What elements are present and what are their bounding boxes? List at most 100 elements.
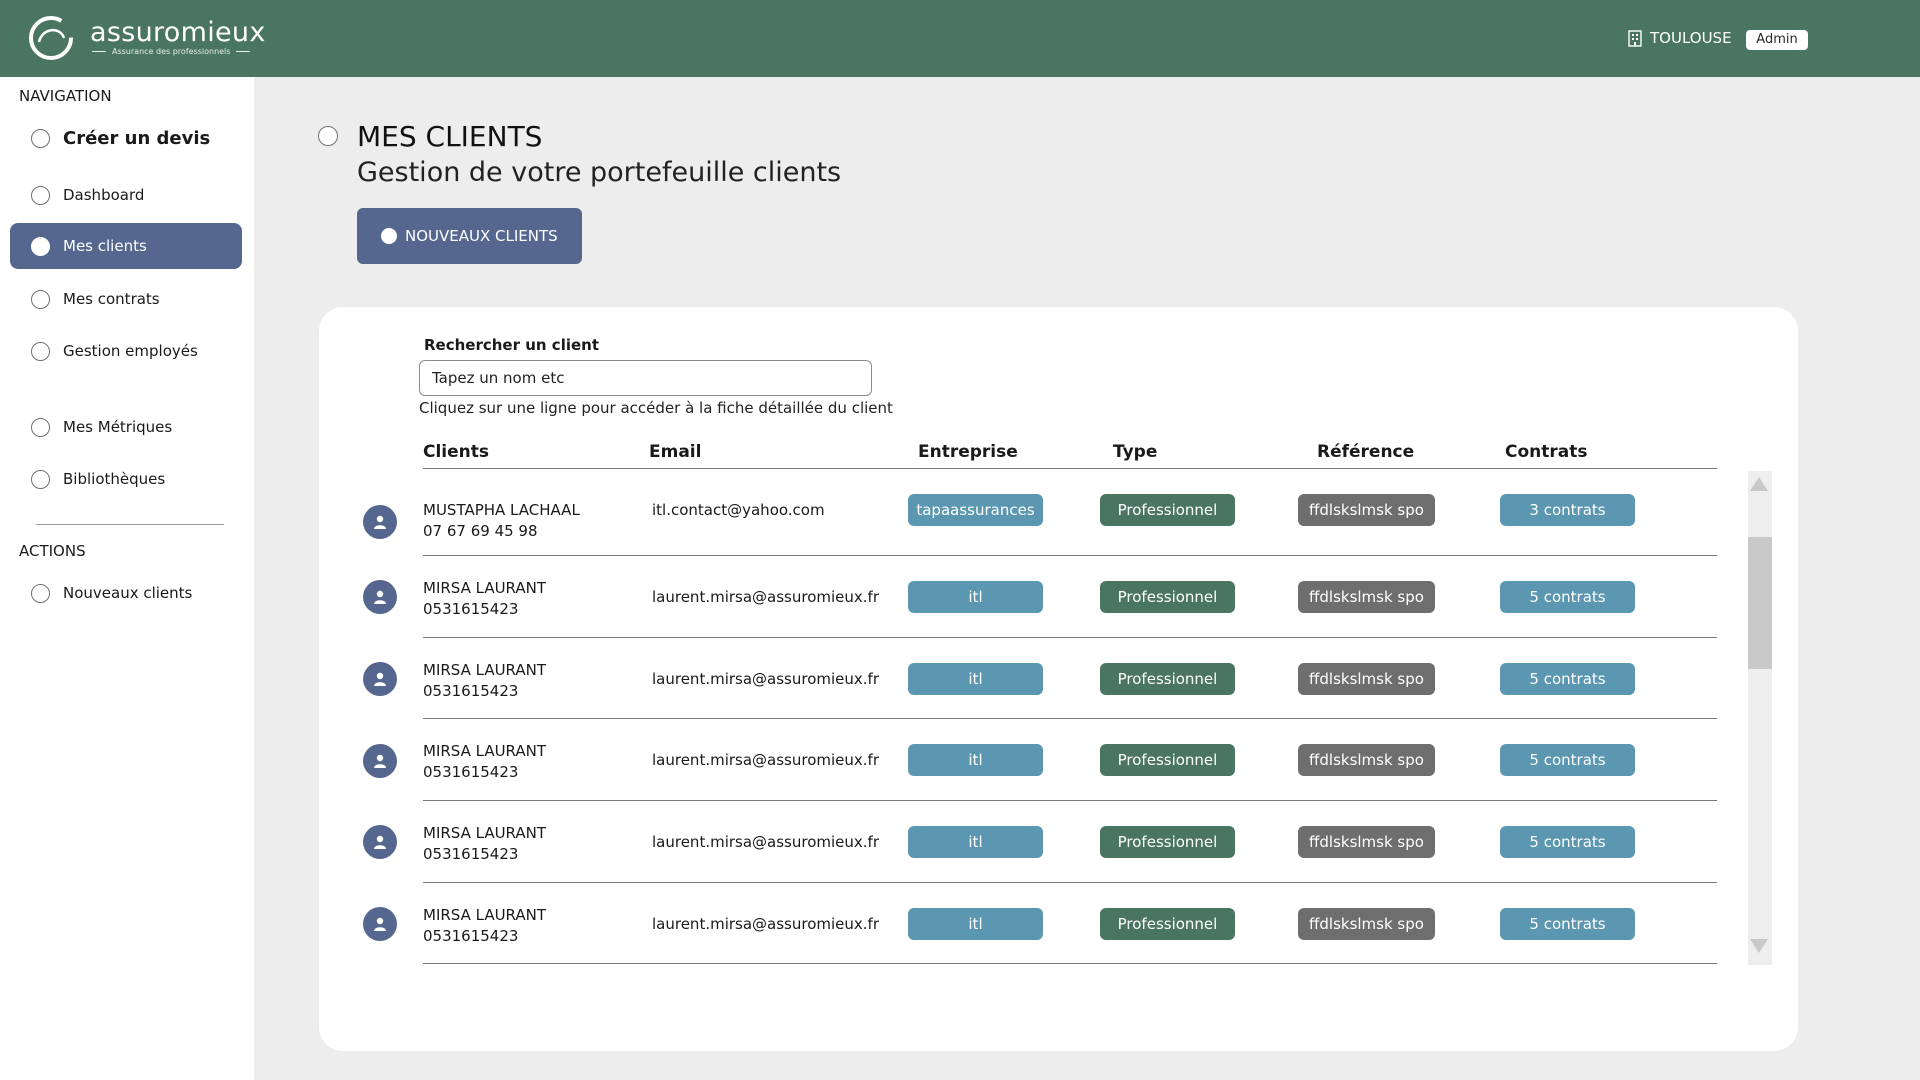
radio-dot-icon (381, 228, 397, 244)
sidebar-item-mes-metriques[interactable]: Mes Métriques (10, 404, 242, 450)
sidebar: NAVIGATION Créer un devis Dashboard Mes … (0, 77, 254, 1080)
type-badge: Professionnel (1100, 581, 1235, 613)
client-name: MIRSA LAURANT (423, 661, 547, 679)
contracts-badge[interactable]: 3 contrats (1500, 494, 1635, 526)
radio-circle-icon (31, 128, 50, 148)
client-phone: 0531615423 (423, 600, 519, 618)
sidebar-item-gestion-employes[interactable]: Gestion employés (10, 328, 242, 374)
radio-circle-icon (31, 583, 50, 603)
person-icon (374, 835, 386, 849)
column-header-contrats[interactable]: Contrats (1505, 442, 1588, 462)
row-divider (423, 963, 1717, 964)
logo-icon[interactable] (26, 14, 76, 62)
row-divider (423, 800, 1717, 801)
tagline-rule-left (92, 51, 106, 52)
actions-section-title: ACTIONS (19, 542, 86, 560)
sidebar-item-mes-clients[interactable]: Mes clients (10, 223, 242, 269)
table-row[interactable]: MIRSA LAURANT 0531615423 laurent.mirsa@a… (350, 639, 1717, 719)
person-icon (374, 590, 386, 604)
sidebar-item-label: Mes clients (63, 237, 147, 255)
page-title: MES CLIENTS (357, 120, 543, 153)
user-avatar-icon (363, 825, 397, 859)
reference-badge: ffdlskslmsk spo (1298, 826, 1435, 858)
table-row[interactable]: MUSTAPHA LACHAAL 07 67 69 45 98 itl.cont… (350, 471, 1717, 551)
person-icon (374, 515, 386, 529)
sidebar-item-label: Nouveaux clients (63, 584, 193, 602)
user-avatar-icon (363, 744, 397, 778)
client-email: laurent.mirsa@assuromieux.fr (652, 588, 879, 606)
city-selector[interactable]: TOULOUSE (1628, 29, 1732, 47)
column-header-type[interactable]: Type (1113, 442, 1157, 462)
page-subtitle: Gestion de votre portefeuille clients (357, 157, 842, 188)
role-badge[interactable]: Admin (1746, 30, 1808, 50)
tagline-text: Assurance des professionnels (112, 47, 231, 56)
radio-circle-icon (31, 236, 50, 256)
contracts-badge[interactable]: 5 contrats (1500, 744, 1635, 776)
scrollbar-thumb[interactable] (1748, 537, 1772, 669)
client-phone: 07 67 69 45 98 (423, 522, 538, 540)
arrow-up-icon[interactable] (1750, 477, 1768, 491)
type-badge: Professionnel (1100, 744, 1235, 776)
title-radio-icon (318, 126, 338, 146)
company-badge: tapaassurances (908, 494, 1043, 526)
building-icon (1628, 29, 1642, 47)
column-header-reference[interactable]: Référence (1317, 442, 1414, 462)
row-divider (423, 637, 1717, 638)
table-row[interactable]: MIRSA LAURANT 0531615423 laurent.mirsa@a… (350, 720, 1717, 800)
client-email: laurent.mirsa@assuromieux.fr (652, 915, 879, 933)
company-badge: itl (908, 826, 1043, 858)
column-header-email[interactable]: Email (649, 442, 701, 462)
radio-circle-icon (31, 289, 50, 309)
sidebar-item-label: Mes Métriques (63, 418, 173, 436)
row-divider (423, 882, 1717, 883)
user-avatar-icon (363, 580, 397, 614)
column-header-clients[interactable]: Clients (423, 442, 489, 462)
sidebar-item-bibliotheques[interactable]: Bibliothèques (10, 456, 242, 502)
reference-badge: ffdlskslmsk spo (1298, 663, 1435, 695)
company-badge: itl (908, 581, 1043, 613)
contracts-badge[interactable]: 5 contrats (1500, 663, 1635, 695)
type-badge: Professionnel (1100, 494, 1235, 526)
nav-section-title: NAVIGATION (19, 87, 112, 105)
type-badge: Professionnel (1100, 908, 1235, 940)
column-header-entreprise[interactable]: Entreprise (918, 442, 1018, 462)
table-row[interactable]: MIRSA LAURANT 0531615423 laurent.mirsa@a… (350, 802, 1717, 882)
type-badge: Professionnel (1100, 663, 1235, 695)
client-phone: 0531615423 (423, 927, 519, 945)
contracts-badge[interactable]: 5 contrats (1500, 826, 1635, 858)
search-input[interactable] (419, 360, 872, 396)
arrow-down-icon[interactable] (1750, 939, 1768, 953)
table-row[interactable]: MIRSA LAURANT 0531615423 laurent.mirsa@a… (350, 884, 1717, 964)
tagline-rule-right (236, 51, 251, 52)
client-email: laurent.mirsa@assuromieux.fr (652, 751, 879, 769)
new-clients-button[interactable]: NOUVEAUX CLIENTS (357, 208, 582, 264)
contracts-badge[interactable]: 5 contrats (1500, 908, 1635, 940)
search-label: Rechercher un client (424, 336, 600, 354)
radio-circle-icon (31, 417, 50, 437)
user-avatar-icon (363, 505, 397, 539)
person-icon (374, 754, 386, 768)
client-name: MIRSA LAURANT (423, 742, 547, 760)
sidebar-item-label: Bibliothèques (63, 470, 166, 488)
client-email: itl.contact@yahoo.com (652, 501, 825, 519)
company-badge: itl (908, 663, 1043, 695)
sidebar-item-mes-contrats[interactable]: Mes contrats (10, 276, 242, 322)
contracts-badge[interactable]: 5 contrats (1500, 581, 1635, 613)
sidebar-item-creer-devis[interactable]: Créer un devis (10, 115, 242, 161)
reference-badge: ffdlskslmsk spo (1298, 744, 1435, 776)
reference-badge: ffdlskslmsk spo (1298, 581, 1435, 613)
company-badge: itl (908, 744, 1043, 776)
client-name: MIRSA LAURANT (423, 579, 547, 597)
row-divider (423, 718, 1717, 719)
sidebar-item-dashboard[interactable]: Dashboard (10, 172, 242, 218)
reference-badge: ffdlskslmsk spo (1298, 908, 1435, 940)
client-name: MIRSA LAURANT (423, 824, 547, 842)
radio-circle-icon (31, 185, 50, 205)
person-icon (374, 672, 386, 686)
sidebar-item-nouveaux-clients[interactable]: Nouveaux clients (10, 570, 242, 616)
person-icon (374, 917, 386, 931)
city-label: TOULOUSE (1650, 29, 1732, 47)
sidebar-divider (36, 524, 224, 525)
client-name: MIRSA LAURANT (423, 906, 547, 924)
table-row[interactable]: MIRSA LAURANT 0531615423 laurent.mirsa@a… (350, 557, 1717, 637)
